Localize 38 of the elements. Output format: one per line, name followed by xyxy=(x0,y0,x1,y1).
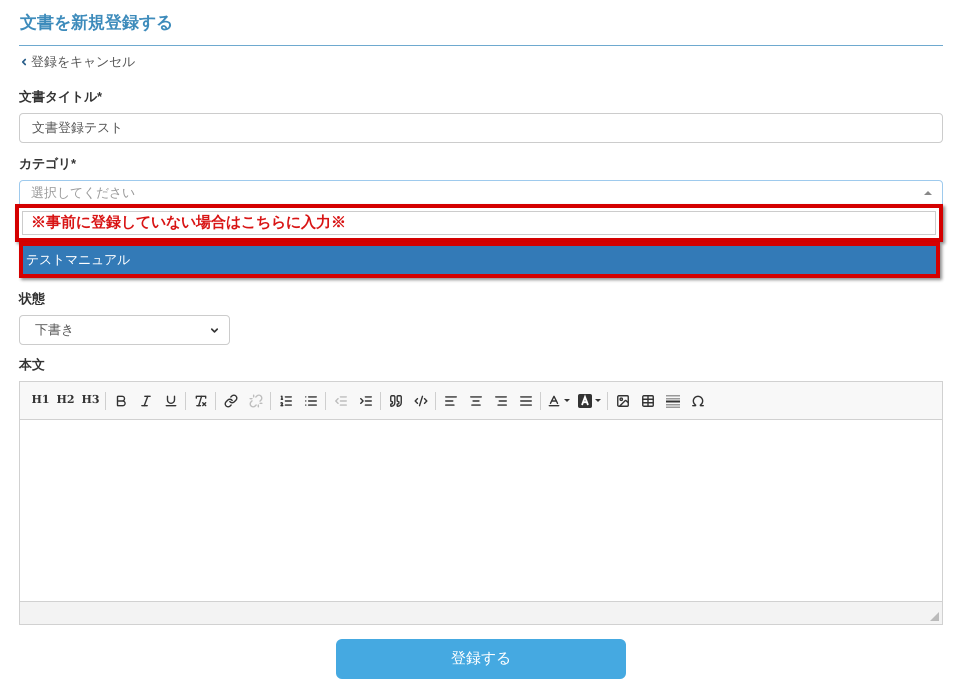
cancel-link[interactable]: 登録をキャンセル xyxy=(19,54,135,70)
field-label: カテゴリ* xyxy=(19,155,76,173)
align-right-icon xyxy=(494,394,508,408)
outdent-icon xyxy=(334,394,348,408)
field-label: 本文 xyxy=(19,356,45,374)
align-left-icon xyxy=(444,394,458,408)
clear-format-icon xyxy=(194,394,208,408)
page-title: 文書を新規登録する xyxy=(19,12,173,34)
italic-icon xyxy=(138,394,152,408)
omega-icon xyxy=(690,394,704,408)
bullet-list-icon xyxy=(304,394,318,408)
code-icon xyxy=(414,394,428,408)
background-color-icon xyxy=(578,394,592,408)
link-icon xyxy=(224,394,238,408)
heading-button[interactable]: H3 xyxy=(78,388,103,412)
table-icon xyxy=(640,394,654,408)
title-input[interactable]: 文書登録テスト xyxy=(19,113,943,143)
numbered-list-icon xyxy=(278,394,292,408)
field-label: 状態 xyxy=(19,290,45,308)
image-icon xyxy=(616,394,630,408)
horizontal-rule-icon xyxy=(666,394,680,408)
heading-button[interactable]: H1 xyxy=(28,388,53,412)
caret-icon xyxy=(595,399,601,402)
align-justify-icon xyxy=(518,394,532,408)
field-label: 文書タイトル* xyxy=(19,88,102,106)
caret-icon xyxy=(564,399,570,402)
status-select[interactable]: 下書き xyxy=(19,315,230,345)
search-field[interactable]: ※事前に登録していない場合はこちらに入力※ xyxy=(22,211,936,235)
chevron-left-icon xyxy=(19,57,29,67)
quote-icon xyxy=(388,394,402,408)
unlink-icon xyxy=(248,394,262,408)
heading-button[interactable]: H2 xyxy=(53,388,78,412)
indent-icon xyxy=(358,394,372,408)
resize-grip-icon xyxy=(930,612,939,621)
underline-icon xyxy=(164,394,178,408)
text-color-icon xyxy=(547,394,561,408)
align-center-icon xyxy=(468,394,482,408)
dropdown-option[interactable]: テストマニュアル xyxy=(23,246,936,274)
